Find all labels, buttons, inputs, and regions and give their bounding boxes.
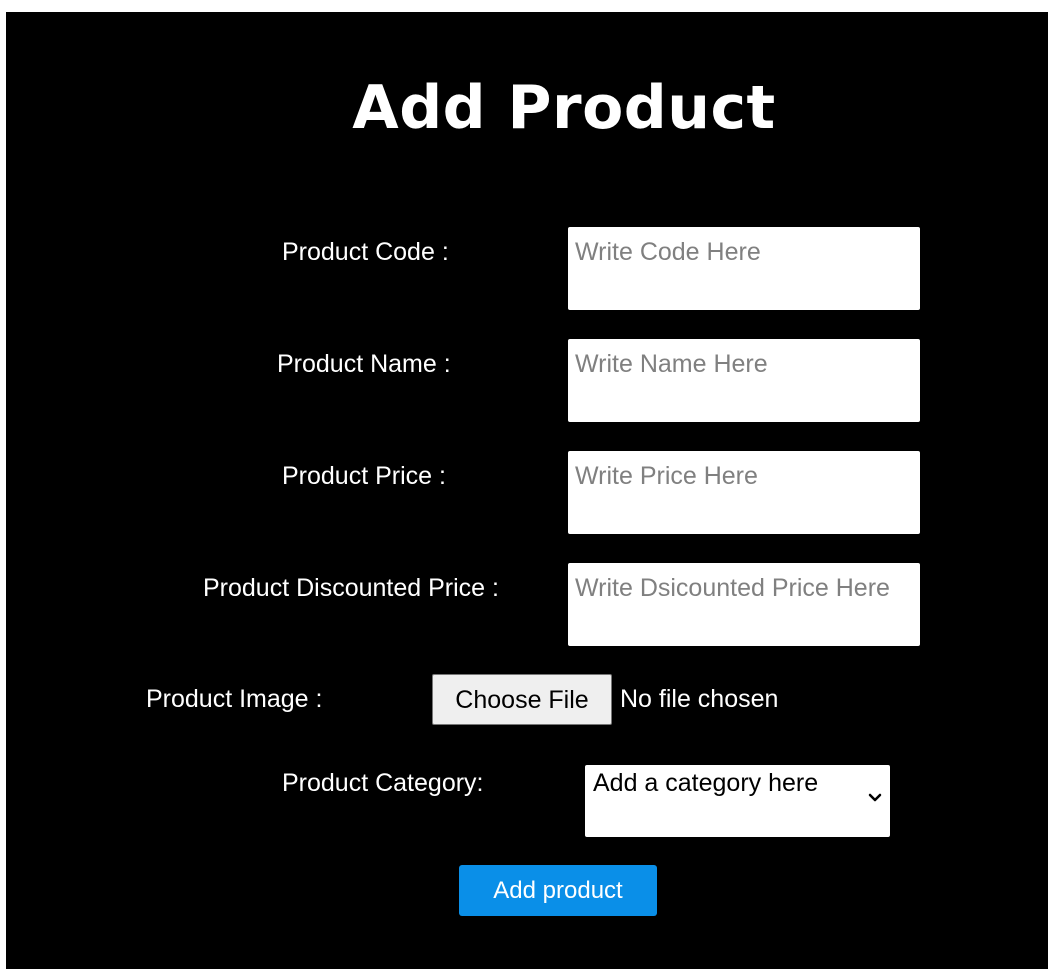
product-name-label: Product Name : [277, 350, 451, 378]
form-panel: Add Product Product Code : Write Code He… [6, 12, 1048, 969]
product-price-label: Product Price : [282, 462, 446, 490]
product-image-label: Product Image : [146, 685, 323, 713]
product-category-label: Product Category: [282, 769, 484, 797]
product-price-input[interactable] [568, 451, 920, 534]
choose-file-button[interactable]: Choose File [432, 674, 612, 725]
add-product-button[interactable]: Add product [459, 865, 657, 916]
product-code-input[interactable] [568, 227, 920, 310]
product-category-select[interactable]: Add a category here [585, 765, 890, 837]
chevron-down-icon [868, 793, 882, 802]
product-discounted-price-label: Product Discounted Price : [203, 574, 499, 602]
file-status-text: No file chosen [620, 685, 779, 713]
product-discounted-price-input[interactable] [568, 563, 920, 646]
product-name-input[interactable] [568, 339, 920, 422]
product-code-label: Product Code : [282, 238, 449, 266]
product-category-selected-value: Add a category here [593, 769, 819, 797]
page-title: Add Product [352, 73, 776, 143]
